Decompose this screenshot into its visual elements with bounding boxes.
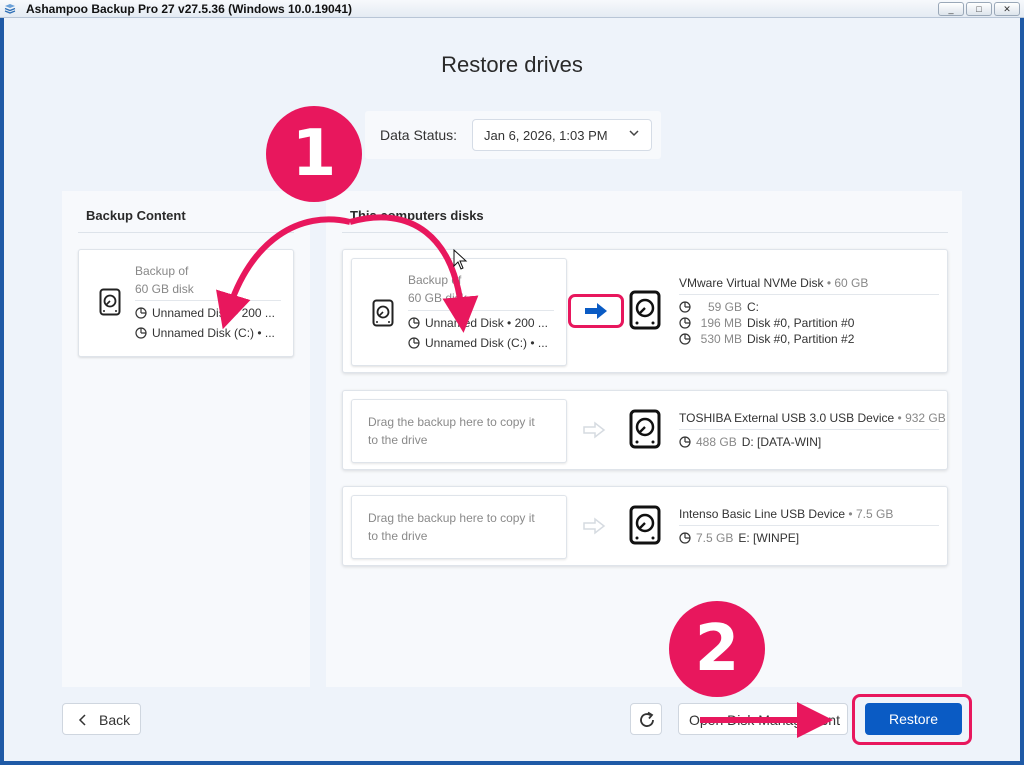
drive-partition-row: 196 MB Disk #0, Partition #0 (679, 316, 854, 330)
step-1-callout: 1 (266, 106, 362, 202)
backup-size-label: 60 GB disk (135, 282, 194, 296)
refresh-icon (640, 711, 654, 727)
divider (78, 232, 294, 233)
computer-disks-panel: This computers disks Backup of 60 GB dis… (326, 191, 962, 687)
pie-chart-icon (408, 337, 420, 349)
copy-arrow-button[interactable] (568, 294, 624, 328)
backup-partition-row: Unnamed Disk (C:) • ... (408, 336, 548, 350)
data-status-dropdown[interactable]: Jan 6, 2026, 1:03 PM (472, 119, 652, 151)
maximize-button[interactable]: □ (966, 2, 992, 16)
partition-text: Unnamed Disk (C:) • ... (152, 326, 275, 340)
drive-name: TOSHIBA External USB 3.0 USB Device • 93… (679, 411, 946, 425)
pie-chart-icon (679, 301, 691, 313)
pie-chart-icon (135, 307, 147, 319)
backup-partition-row: Unnamed Disk • 200 ... (135, 306, 275, 320)
back-label: Back (99, 712, 131, 728)
drive-partition-row: 59 GB C: (679, 300, 759, 314)
backup-partition-row: Unnamed Disk (C:) • ... (135, 326, 275, 340)
backup-size-label: 60 GB disk (408, 291, 467, 305)
backup-source-card[interactable]: Backup of 60 GB disk Unnamed Disk • 200 … (78, 249, 294, 357)
drive-name: Intenso Basic Line USB Device • 7.5 GB (679, 507, 894, 521)
arrow-right-outline-icon (583, 517, 606, 535)
step-2-callout: 2 (669, 601, 765, 697)
data-status-label: Data Status: (380, 127, 458, 143)
drive-row-intenso[interactable]: Drag the backup here to copy it to the dr… (342, 486, 948, 566)
open-disk-management-label: Open Disk Management (689, 712, 840, 728)
drop-zone[interactable]: Drag the backup here to copy it to the dr… (351, 495, 567, 559)
divider (679, 429, 939, 430)
pie-chart-icon (679, 333, 691, 345)
data-status-bar: Data Status: Jan 6, 2026, 1:03 PM (365, 111, 661, 159)
divider (408, 310, 554, 311)
partition-text: Unnamed Disk • 200 ... (425, 316, 548, 330)
data-status-value: Jan 6, 2026, 1:03 PM (484, 128, 608, 143)
close-button[interactable]: ✕ (994, 2, 1020, 16)
chevron-left-icon (78, 714, 86, 726)
title-bar: Ashampoo Backup Pro 27 v27.5.36 (Windows… (0, 0, 1024, 18)
back-button[interactable]: Back (62, 703, 141, 735)
pie-chart-icon (408, 317, 420, 329)
hard-drive-icon (372, 299, 394, 327)
hard-drive-icon (629, 505, 661, 545)
drive-partition-row: 530 MB Disk #0, Partition #2 (679, 332, 854, 346)
backup-of-label: Backup of (135, 264, 189, 278)
drop-zone-hint: Drag the backup here to copy it to the dr… (368, 415, 535, 447)
pie-chart-icon (679, 317, 691, 329)
pie-chart-icon (679, 532, 691, 544)
hard-drive-icon (629, 290, 661, 330)
arrow-right-icon (585, 303, 607, 319)
minimize-button[interactable]: _ (938, 2, 964, 16)
computer-disks-heading: This computers disks (350, 208, 484, 223)
backup-partition-row: Unnamed Disk • 200 ... (408, 316, 548, 330)
partition-text: Unnamed Disk • 200 ... (152, 306, 275, 320)
backup-content-panel: Backup Content Backup of 60 GB disk Unna… (62, 191, 310, 687)
drop-zone-hint: Drag the backup here to copy it to the dr… (368, 511, 535, 543)
restore-button[interactable]: Restore (865, 703, 962, 735)
backup-of-label: Backup of (408, 273, 462, 287)
app-icon (4, 4, 16, 14)
page-title: Restore drives (441, 52, 583, 77)
pie-chart-icon (679, 436, 691, 448)
client-area: Restore drives Data Status: Jan 6, 2026,… (4, 18, 1020, 761)
pie-chart-icon (135, 327, 147, 339)
drive-row-toshiba[interactable]: Drag the backup here to copy it to the dr… (342, 390, 948, 470)
window-title: Ashampoo Backup Pro 27 v27.5.36 (Windows… (26, 2, 353, 16)
drive-partition-row: 7.5 GB E: [WINPE] (679, 531, 799, 545)
divider (679, 525, 939, 526)
chevron-down-icon (629, 130, 639, 137)
drive-name: VMware Virtual NVMe Disk • 60 GB (679, 276, 869, 290)
arrow-right-outline-icon (583, 421, 606, 439)
divider (679, 294, 939, 295)
divider (342, 232, 948, 233)
dropped-backup-card[interactable]: Backup of 60 GB disk Unnamed Disk • 200 … (351, 258, 567, 366)
drive-partition-row: 488 GB D: [DATA-WIN] (679, 435, 821, 449)
drive-row-vmware[interactable]: Backup of 60 GB disk Unnamed Disk • 200 … (342, 249, 948, 373)
backup-content-heading: Backup Content (86, 208, 186, 223)
drop-zone[interactable]: Drag the backup here to copy it to the dr… (351, 399, 567, 463)
divider (135, 300, 281, 301)
open-disk-management-button[interactable]: Open Disk Management (678, 703, 848, 735)
partition-text: Unnamed Disk (C:) • ... (425, 336, 548, 350)
hard-drive-icon (99, 288, 121, 316)
app-window: Ashampoo Backup Pro 27 v27.5.36 (Windows… (0, 0, 1024, 765)
refresh-button[interactable] (630, 703, 662, 735)
hard-drive-icon (629, 409, 661, 449)
